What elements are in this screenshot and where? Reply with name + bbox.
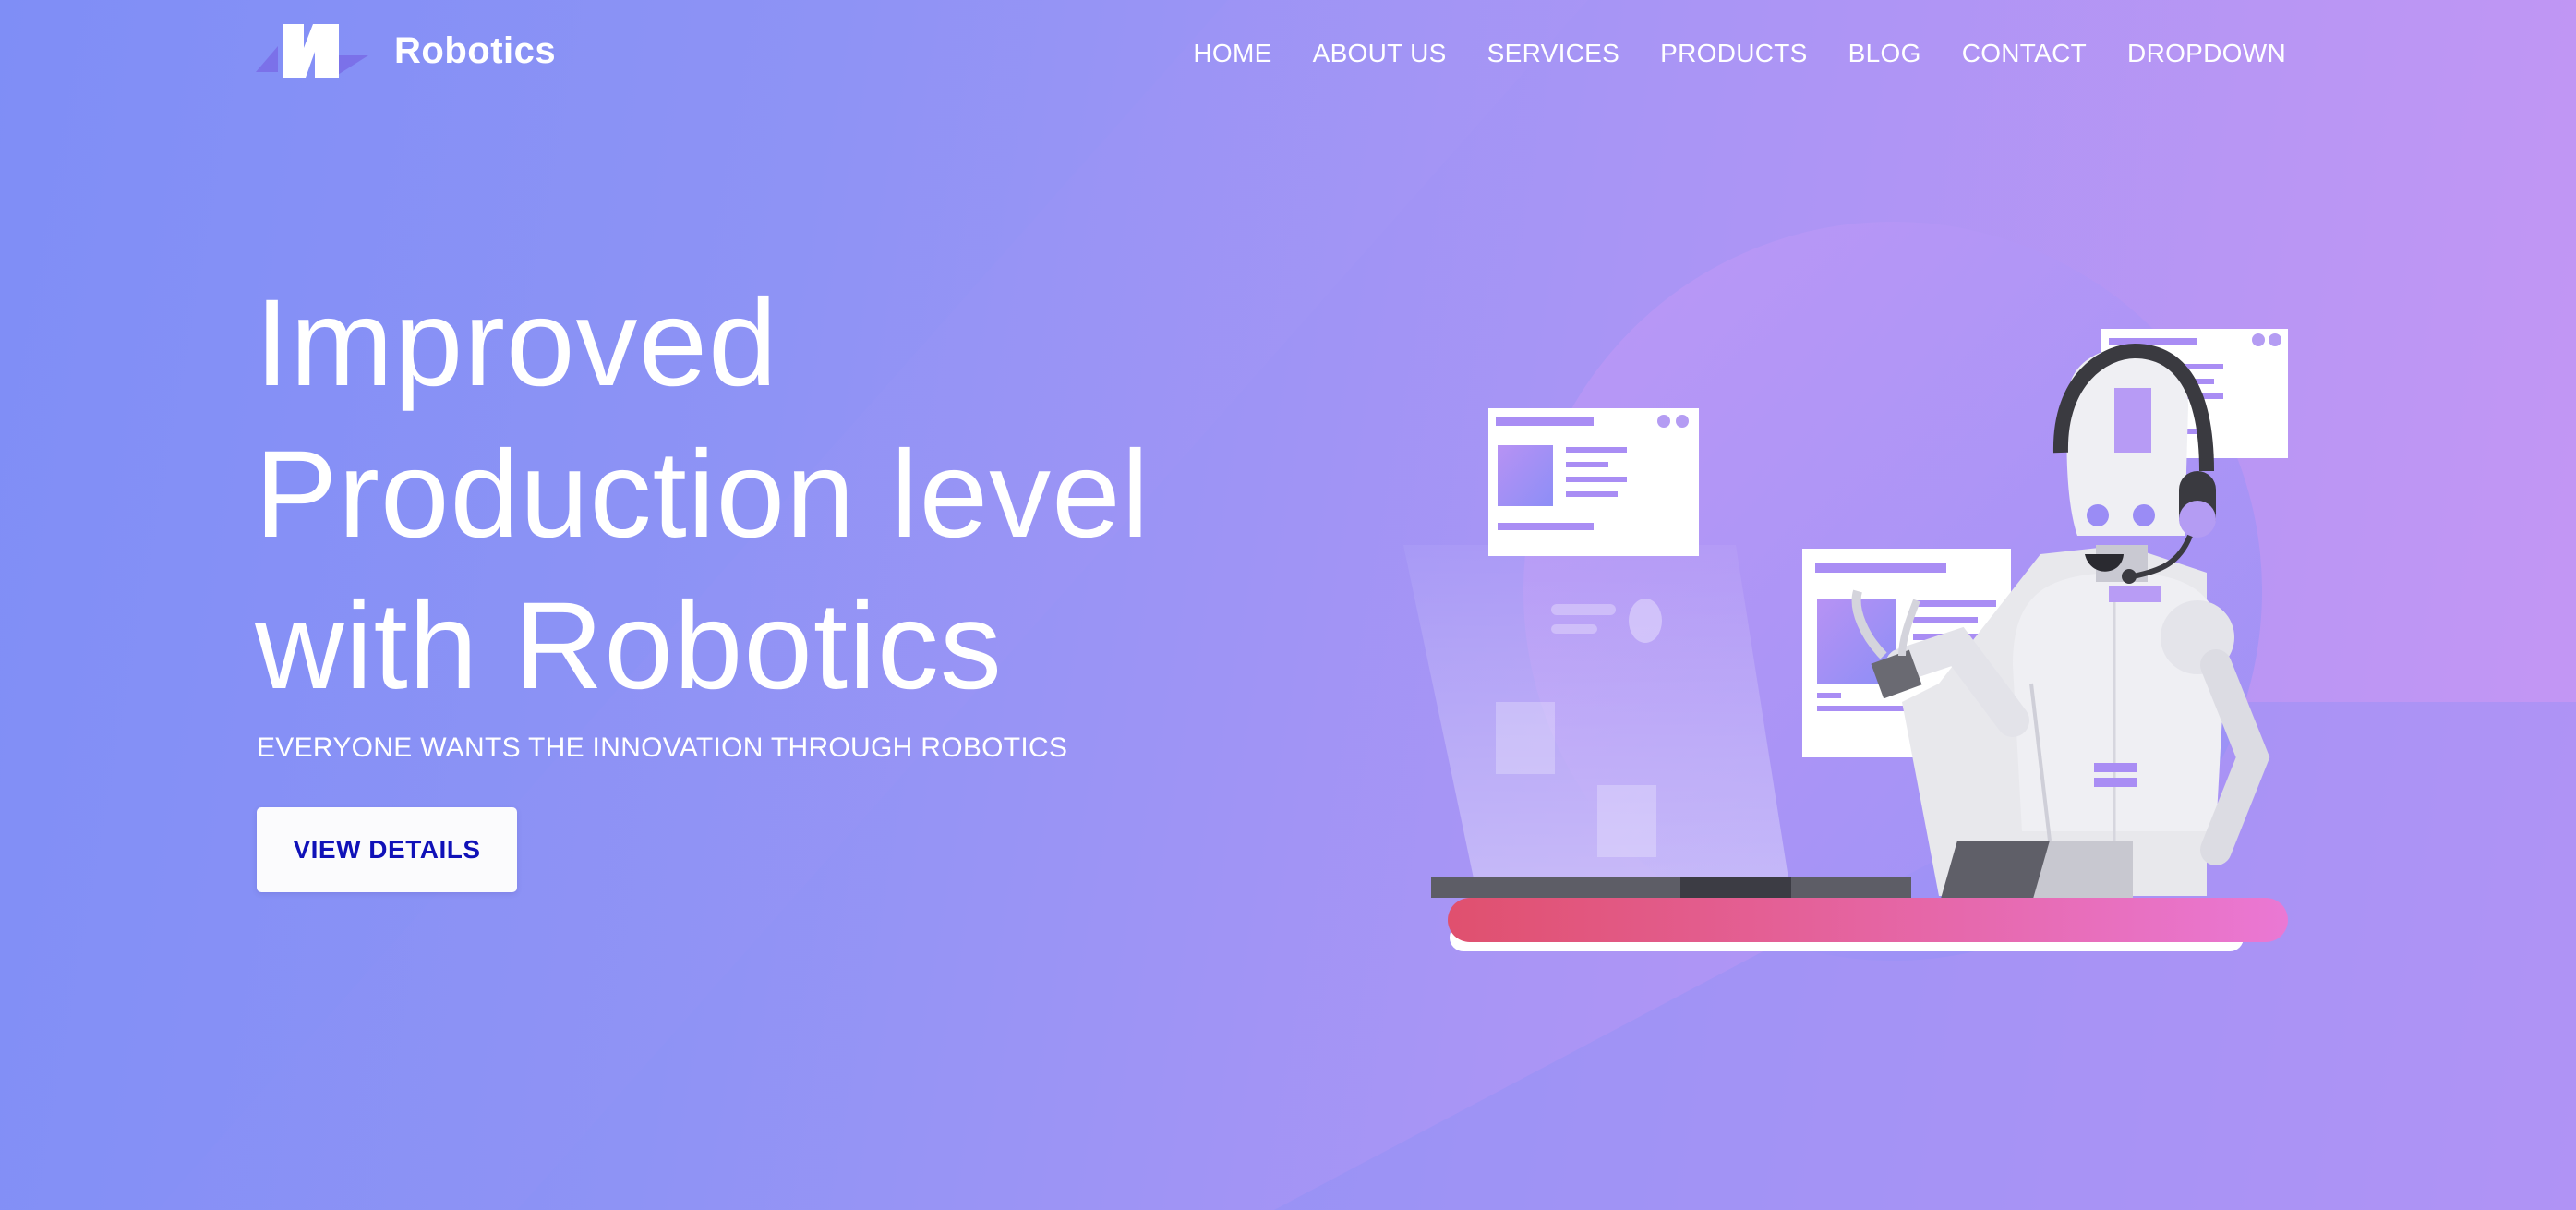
nav-contact[interactable]: CONTACT — [1962, 39, 2087, 68]
view-details-button[interactable]: VIEW DETAILS — [257, 807, 517, 892]
main-nav: HOME ABOUT US SERVICES PRODUCTS BLOG CON… — [1193, 39, 2286, 68]
logo-icon — [256, 24, 368, 78]
site-header: Robotics HOME ABOUT US SERVICES PRODUCTS… — [0, 0, 2576, 120]
hero-subtitle: EVERYONE WANTS THE INNOVATION THROUGH RO… — [257, 732, 1068, 763]
desk-stripe — [1448, 898, 2288, 942]
floating-window-left — [1488, 408, 1699, 556]
nav-dropdown[interactable]: DROPDOWN — [2127, 39, 2286, 68]
hero-title-line: Improved — [255, 274, 778, 412]
nav-about-us[interactable]: ABOUT US — [1313, 39, 1447, 68]
nav-products[interactable]: PRODUCTS — [1660, 39, 1808, 68]
desk-dark-strip — [1431, 877, 1911, 898]
hero-title-line: Production level — [255, 426, 1150, 563]
logo[interactable]: Robotics — [256, 20, 556, 81]
nav-services[interactable]: SERVICES — [1487, 39, 1620, 68]
robot-assistant-illustration — [1403, 329, 2288, 951]
brand-name: Robotics — [394, 30, 557, 71]
hero-title-line: with Robotics — [255, 577, 1003, 715]
nav-home[interactable]: HOME — [1193, 39, 1271, 68]
hero-title: Improved Production level with Robotics — [255, 268, 1270, 722]
nav-blog[interactable]: BLOG — [1848, 39, 1921, 68]
